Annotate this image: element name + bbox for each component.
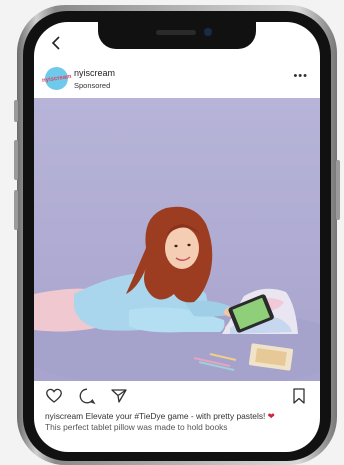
post-photo[interactable]: [34, 98, 320, 381]
share-icon[interactable]: [110, 387, 128, 405]
comment-icon[interactable]: [78, 387, 96, 405]
post-username[interactable]: nyiscream: [74, 68, 115, 78]
heart-icon[interactable]: [45, 387, 63, 405]
bookmark-icon[interactable]: [291, 387, 307, 405]
post-caption: nyiscream Elevate your #TieDye game - wi…: [45, 411, 313, 433]
notch: [98, 22, 256, 49]
silent-switch: [14, 100, 18, 122]
speaker: [156, 30, 196, 35]
post-header: nyiscream nyiscream Sponsored •••: [34, 62, 320, 96]
screen: nyiscream nyiscream Sponsored ••• nyiscr…: [34, 22, 320, 452]
power-button: [336, 160, 340, 220]
avatar[interactable]: nyiscream: [41, 67, 72, 90]
caption-username[interactable]: nyiscream: [45, 411, 83, 421]
volume-up-button: [14, 140, 18, 180]
sponsored-label: Sponsored: [74, 81, 111, 90]
photo-illustration: [34, 206, 320, 381]
avatar-logo-text: nyiscream: [41, 73, 72, 84]
volume-down-button: [14, 190, 18, 230]
heart-emoji: ❤: [267, 411, 275, 421]
back-icon[interactable]: [48, 34, 66, 52]
caption-line-2: This perfect tablet pillow was made to h…: [45, 422, 228, 432]
more-icon[interactable]: •••: [293, 70, 308, 82]
action-bar: [34, 384, 320, 408]
front-camera: [204, 28, 212, 36]
caption-text: Elevate your #TieDye game - with pretty …: [83, 411, 268, 421]
